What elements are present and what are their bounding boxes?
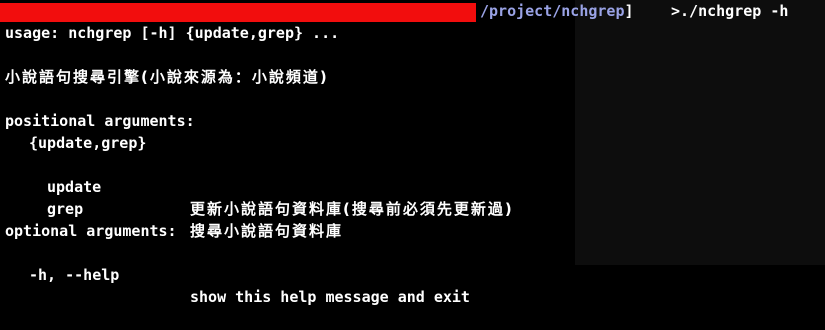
optional-header: optional arguments: (5, 222, 177, 240)
redacted-block (0, 3, 476, 22)
arg-row: update 更新小說語句資料庫(搜尋前必須先更新過) (0, 154, 825, 218)
arg-name: grep (47, 200, 84, 218)
arg-help: 搜尋小說語句資料庫 (190, 222, 344, 240)
arg-help: 更新小說語句資料庫(搜尋前必須先更新過) (190, 200, 514, 218)
option-flag: -h, --help (29, 266, 120, 284)
option-help: show this help message and exit (190, 288, 470, 306)
subcommands-line: {update,grep} (29, 134, 147, 152)
positional-header: positional arguments: (5, 112, 195, 130)
prompt-command: >./nchgrep -h (671, 2, 789, 20)
arg-row: grep 搜尋小說語句資料庫 (0, 176, 825, 240)
terminal-window[interactable]: /project/nchgrep] >./nchgrep -h usage: n… (0, 0, 825, 306)
prompt-path: /project/nchgrep] (480, 2, 634, 20)
option-row: -h, --help show this help message and ex… (0, 242, 825, 306)
prompt-line: /project/nchgrep] >./nchgrep -h (0, 0, 825, 22)
description-line: 小說語句搜尋引擎(小說來源為：小說頻道) (5, 68, 329, 86)
usage-line: usage: nchgrep [-h] {update,grep} ... (5, 24, 340, 42)
